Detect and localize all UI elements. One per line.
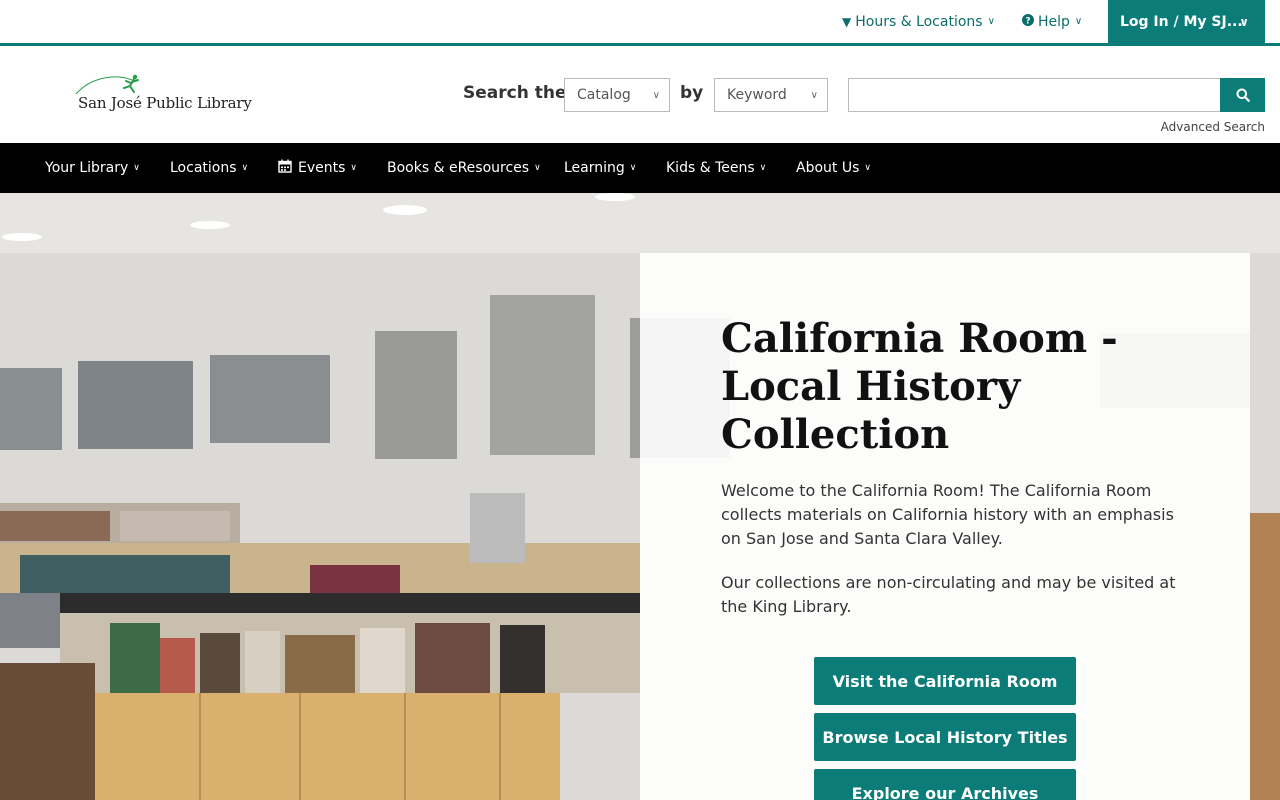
- chevron-down-icon: ∨: [810, 89, 818, 101]
- hero-card: California Room - Local History Collecti…: [640, 253, 1250, 800]
- nav-books-eresources[interactable]: Books & eResources ∨: [387, 143, 541, 193]
- hero-visit-text: Our collections are non-circulating and …: [721, 573, 1176, 616]
- chevron-down-icon: ∨: [629, 163, 637, 173]
- browse-local-history-button[interactable]: Browse Local History Titles: [814, 713, 1076, 761]
- nav-about-us[interactable]: About Us ∨: [796, 143, 871, 193]
- nav-events[interactable]: Events ∨: [278, 143, 357, 193]
- search-field-select[interactable]: Keyword ∨: [714, 78, 828, 112]
- chevron-down-icon: ∨: [864, 163, 871, 173]
- chevron-down-icon: ∨: [133, 163, 140, 173]
- explore-archives-button[interactable]: Explore our Archives: [814, 769, 1076, 800]
- search-button[interactable]: [1220, 78, 1265, 112]
- chevron-down-icon: ∨: [1239, 14, 1249, 29]
- chevron-down-icon: ∨: [241, 163, 249, 173]
- nav-locations[interactable]: Locations ∨: [170, 143, 248, 193]
- nav-label: Learning: [564, 160, 625, 176]
- nav-label: Kids & Teens: [666, 160, 755, 176]
- map-pin-icon: ▼: [842, 14, 852, 29]
- hero-intro-text: Welcome to the California Room! The Cali…: [721, 481, 1174, 548]
- nav-your-library[interactable]: Your Library ∨: [45, 143, 140, 193]
- search-by-label: by: [680, 83, 704, 103]
- search-field-value: Keyword: [727, 87, 787, 103]
- chevron-down-icon: ∨: [652, 89, 660, 101]
- nav-learning[interactable]: Learning ∨: [564, 143, 636, 193]
- visit-california-room-button[interactable]: Visit the California Room: [814, 657, 1076, 705]
- hero-title: California Room - Local History Collecti…: [721, 315, 1118, 458]
- hours-locations-label: Hours & Locations: [855, 13, 983, 30]
- nav-label: Your Library: [45, 160, 129, 176]
- utility-bar: ▼ Hours & Locations ∨ ? Help ∨ Log In / …: [0, 0, 1280, 46]
- svg-text:?: ?: [1025, 17, 1030, 27]
- site-header: San José Public Library Search the Catal…: [0, 46, 1280, 143]
- search-scope-select[interactable]: Catalog ∨: [564, 78, 670, 112]
- logo-text: San José Public Library: [78, 94, 252, 112]
- hours-locations-link[interactable]: ▼ Hours & Locations ∨: [842, 0, 995, 43]
- search-input[interactable]: [848, 78, 1221, 112]
- help-label: Help: [1038, 13, 1070, 30]
- login-label: Log In / My SJ...: [1120, 13, 1243, 30]
- calendar-icon: [278, 159, 292, 177]
- help-link[interactable]: ? Help ∨: [1022, 0, 1082, 43]
- nav-kids-teens[interactable]: Kids & Teens ∨: [666, 143, 766, 193]
- library-logo[interactable]: San José Public Library: [72, 74, 252, 118]
- chevron-down-icon: ∨: [534, 163, 541, 173]
- main-nav: Your Library ∨ Locations ∨ Events ∨ Book…: [0, 143, 1280, 193]
- search-the-label: Search the: [463, 83, 567, 103]
- chevron-down-icon: ∨: [350, 163, 357, 173]
- chevron-down-icon: ∨: [987, 16, 995, 27]
- nav-label: Events: [298, 160, 346, 176]
- login-button[interactable]: Log In / My SJ... ∨: [1108, 0, 1265, 43]
- search-scope-value: Catalog: [577, 87, 631, 103]
- advanced-search-link[interactable]: Advanced Search: [1161, 120, 1265, 134]
- question-circle-icon: ?: [1022, 14, 1034, 29]
- chevron-down-icon: ∨: [1074, 16, 1083, 27]
- search-icon: [1236, 88, 1250, 102]
- chevron-down-icon: ∨: [759, 163, 767, 173]
- hero-section: California Room - Local History Collecti…: [0, 193, 1280, 800]
- nav-label: Locations: [170, 160, 237, 176]
- nav-label: About Us: [796, 160, 860, 176]
- nav-label: Books & eResources: [387, 160, 530, 176]
